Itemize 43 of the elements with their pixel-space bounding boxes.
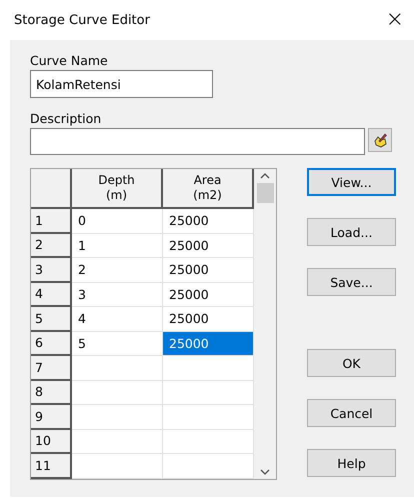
row-header: 1 — [31, 209, 72, 234]
dialog-button[interactable]: OK — [307, 349, 396, 377]
row-header: 3 — [31, 258, 72, 282]
dialog-button[interactable]: Load... — [307, 218, 396, 246]
hand-pencil-icon — [372, 132, 388, 148]
table-cell[interactable]: 25000 — [163, 258, 254, 282]
scroll-down-icon[interactable] — [260, 468, 270, 474]
window-title: Storage Curve Editor — [14, 12, 150, 28]
scroll-up-icon[interactable] — [260, 173, 270, 179]
table-cell[interactable]: 5 — [72, 332, 163, 356]
table-cell[interactable]: 1 — [72, 234, 163, 258]
row-header: 11 — [31, 454, 72, 478]
table-cell[interactable]: 25000 — [163, 209, 254, 234]
table-cell[interactable]: 0 — [72, 209, 163, 234]
curve-name-label: Curve Name — [30, 52, 109, 70]
dialog-button[interactable]: Cancel — [307, 399, 396, 427]
row-header: 5 — [31, 307, 72, 332]
dialog-button[interactable]: View... — [307, 168, 396, 196]
table-cell[interactable]: 4 — [72, 307, 163, 332]
table-cell[interactable]: 25000 — [163, 282, 254, 307]
close-button[interactable]: × — [382, 9, 408, 31]
column-header: Area (m2) — [163, 169, 254, 209]
row-header: 9 — [31, 405, 72, 430]
description-label: Description — [30, 110, 102, 128]
table-cell[interactable]: 2 — [72, 258, 163, 282]
row-header: 8 — [31, 380, 72, 405]
scroll-thumb[interactable] — [256, 183, 274, 203]
dialog-button[interactable]: Help — [307, 449, 396, 477]
row-header: 10 — [31, 430, 72, 454]
curve-name-field[interactable]: KolamRetensi — [30, 70, 213, 98]
scrollbar[interactable] — [254, 169, 276, 478]
table-cell[interactable]: 25000 — [163, 332, 254, 356]
table-cell[interactable]: 25000 — [163, 234, 254, 258]
table-cell[interactable]: 3 — [72, 282, 163, 307]
row-header: 4 — [31, 282, 72, 307]
dialog-button[interactable]: Save... — [307, 268, 396, 296]
row-header: 7 — [31, 356, 72, 380]
column-header: Depth (m) — [72, 169, 163, 209]
edit-button[interactable] — [368, 128, 392, 152]
row-header: 6 — [31, 332, 72, 356]
table-cell[interactable]: 25000 — [163, 307, 254, 332]
corner-cell — [31, 169, 72, 209]
row-header: 2 — [31, 234, 72, 258]
